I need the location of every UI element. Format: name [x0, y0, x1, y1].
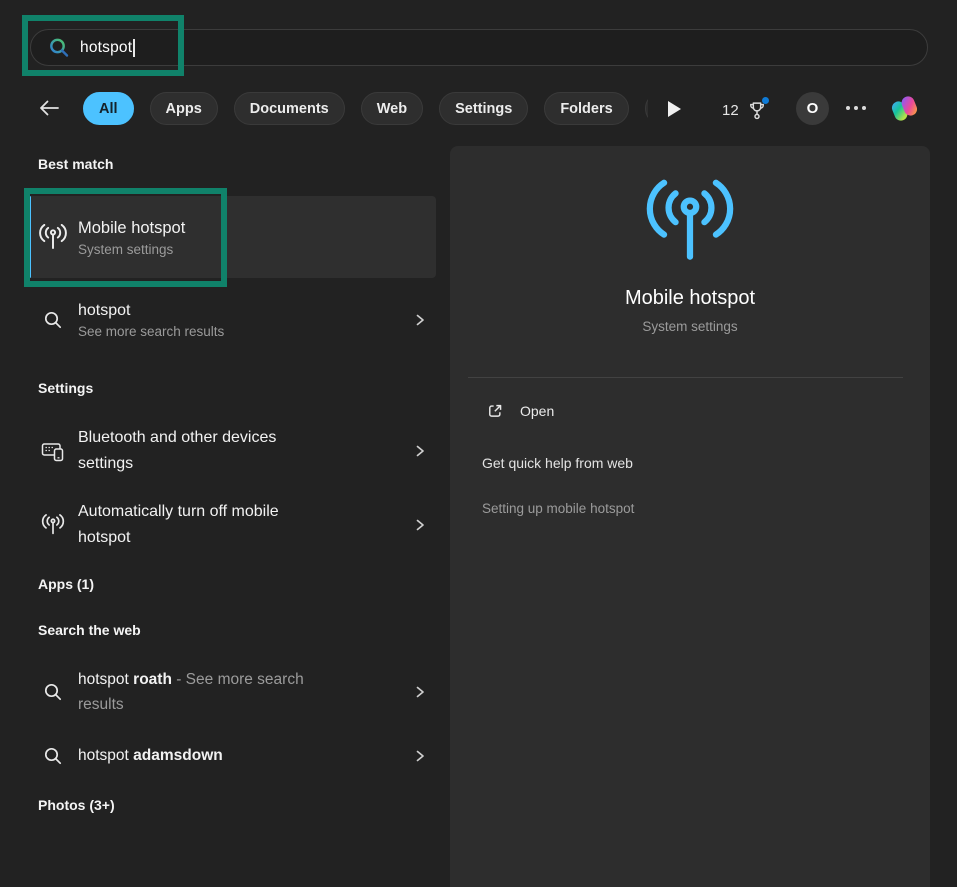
tab-all[interactable]: All: [83, 92, 134, 125]
best-match-title: Mobile hotspot: [78, 216, 436, 240]
rewards-trophy-icon: [746, 99, 768, 121]
mobile-hotspot-icon-large: [642, 178, 738, 264]
web-query-bold: adamsdown: [133, 747, 223, 764]
chevron-right-icon[interactable]: [404, 313, 436, 327]
result-best-match[interactable]: Mobile hotspot System settings: [28, 196, 436, 278]
rewards-badge[interactable]: 12: [722, 98, 768, 122]
result-auto-turn-off-hotspot[interactable]: Automatically turn off mobile hotspot: [28, 494, 436, 556]
mobile-hotspot-icon: [28, 224, 78, 251]
notification-dot: [762, 97, 769, 104]
divider: [468, 377, 903, 378]
see-more-title: hotspot: [78, 300, 404, 322]
tab-settings[interactable]: Settings: [439, 92, 528, 125]
chevron-right-icon[interactable]: [404, 749, 436, 763]
see-more-subtitle: See more search results: [78, 322, 404, 341]
windows-search-flyout: hotspot All Apps Documents Web Settings …: [0, 0, 957, 887]
scroll-tabs-icon[interactable]: [668, 101, 681, 117]
copilot-icon[interactable]: [888, 92, 921, 125]
tab-folders[interactable]: Folders: [544, 92, 628, 125]
tab-documents[interactable]: Documents: [234, 92, 345, 125]
search-input[interactable]: hotspot: [30, 29, 928, 66]
tab-all-label: All: [99, 101, 118, 117]
search-result-icon: [28, 682, 78, 702]
setting-up-hotspot-link[interactable]: Setting up mobile hotspot: [482, 501, 634, 516]
search-icon: [48, 37, 70, 59]
search-query: hotspot: [80, 39, 132, 57]
tab-folders-label: Folders: [560, 101, 612, 117]
devices-icon: [28, 440, 78, 462]
result-web-hotspot-roath[interactable]: hotspot roath - See more search results: [28, 660, 436, 724]
preview-subtitle: System settings: [450, 319, 930, 334]
open-external-icon: [486, 402, 504, 420]
best-match-header: Best match: [38, 156, 113, 172]
search-result-icon: [28, 746, 78, 766]
tab-apps-label: Apps: [166, 101, 202, 117]
chevron-right-icon[interactable]: [404, 518, 436, 532]
tab-web-label: Web: [377, 101, 407, 117]
best-match-subtitle: System settings: [78, 240, 436, 259]
result-web-hotspot-adamsdown[interactable]: hotspot adamsdown: [28, 740, 436, 772]
avatar-letter: O: [807, 100, 819, 117]
mobile-hotspot-icon: [28, 514, 78, 536]
text-cursor: [133, 39, 135, 57]
result-bluetooth-settings[interactable]: Bluetooth and other devices settings: [28, 420, 436, 482]
photos-header: Photos (3+): [38, 797, 115, 813]
tab-web[interactable]: Web: [361, 92, 423, 125]
web-query-text: hotspot: [78, 671, 133, 688]
search-the-web-header: Search the web: [38, 622, 141, 638]
open-action[interactable]: Open: [486, 402, 554, 420]
web-query-text: hotspot: [78, 747, 133, 764]
tab-apps[interactable]: Apps: [150, 92, 218, 125]
user-avatar[interactable]: O: [796, 92, 829, 125]
chevron-right-icon[interactable]: [404, 444, 436, 458]
open-label: Open: [520, 403, 554, 419]
preview-title: Mobile hotspot: [450, 287, 930, 310]
back-arrow-icon[interactable]: [36, 95, 62, 121]
tab-documents-label: Documents: [250, 101, 329, 117]
quick-help-header: Get quick help from web: [482, 455, 633, 471]
more-options-icon[interactable]: [846, 106, 866, 110]
preview-panel: Mobile hotspot System settings Open Get …: [450, 146, 930, 887]
bluetooth-settings-label: Bluetooth and other devices settings: [78, 425, 313, 477]
rewards-count: 12: [722, 102, 739, 119]
tab-settings-label: Settings: [455, 101, 512, 117]
filter-tab-rail: All Apps Documents Web Settings Folders …: [83, 92, 648, 126]
web-query-bold: roath: [133, 671, 172, 688]
tab-photos[interactable]: Photos: [645, 92, 648, 125]
chevron-right-icon[interactable]: [404, 685, 436, 699]
result-see-more[interactable]: hotspot See more search results: [28, 294, 436, 346]
settings-header: Settings: [38, 380, 93, 396]
search-result-icon: [28, 310, 78, 330]
apps-header: Apps (1): [38, 576, 94, 592]
auto-turn-off-label: Automatically turn off mobile hotspot: [78, 499, 313, 551]
preview-hero: Mobile hotspot System settings: [450, 178, 930, 334]
